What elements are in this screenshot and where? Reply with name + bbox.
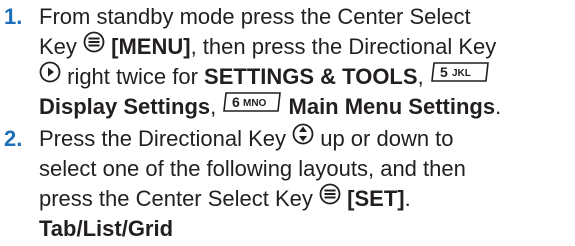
- svg-text:5: 5: [440, 64, 448, 80]
- step-number: 1.: [4, 4, 23, 29]
- step-line: press the Center Select Key [SET].: [39, 183, 411, 214]
- step-line: right twice for SETTINGS & TOOLS, 5 JKL: [39, 61, 490, 92]
- step-text: up or down to: [314, 126, 454, 151]
- set-key-label: [SET]: [341, 186, 405, 211]
- step-text: right twice for: [61, 64, 205, 89]
- directional-updown-icon: [292, 123, 314, 153]
- keypad-6-icon: 6 MNO: [222, 91, 282, 121]
- svg-text:MNO: MNO: [243, 98, 267, 109]
- step-text: ,: [417, 64, 430, 89]
- step-number: 2.: [4, 126, 23, 151]
- step-line: Tab/List/Grid: [39, 214, 173, 244]
- center-select-icon: [319, 183, 341, 213]
- step-text: Press the Directional Key: [39, 126, 293, 151]
- step-text: press the Center Select Key: [39, 186, 320, 211]
- svg-text:6: 6: [232, 94, 240, 110]
- step-text: ,: [210, 94, 223, 119]
- directional-right-icon: [39, 61, 61, 91]
- layout-options: Tab/List/Grid: [39, 216, 174, 241]
- step-line: Display Settings, 6 MNO Main Menu Setting…: [39, 92, 501, 122]
- instruction-document: 1. From standby mode press the Center Se…: [0, 0, 575, 246]
- settings-tools-label: SETTINGS & TOOLS: [204, 64, 418, 89]
- step-text: , then press the Directional Key: [190, 34, 497, 59]
- menu-key-label: [MENU]: [105, 34, 191, 59]
- svg-text:JKL: JKL: [452, 68, 471, 79]
- step-text: Key: [39, 34, 84, 59]
- step-line: Press the Directional Key up or down to: [39, 123, 454, 154]
- step-line: From standby mode press the Center Selec…: [39, 2, 471, 32]
- display-settings-label: Display Settings: [39, 94, 211, 119]
- step-text: select one of the following layouts, and…: [39, 156, 466, 181]
- main-menu-settings-label: Main Menu Settings: [282, 94, 496, 119]
- step-line: Key [MENU], then press the Directional K…: [39, 31, 497, 62]
- step-text: .: [495, 94, 502, 119]
- step-line: select one of the following layouts, and…: [39, 154, 466, 184]
- keypad-5-icon: 5 JKL: [430, 61, 490, 91]
- step-text: From standby mode press the Center Selec…: [39, 4, 471, 29]
- center-select-icon: [83, 31, 105, 61]
- step-text: .: [404, 186, 411, 211]
